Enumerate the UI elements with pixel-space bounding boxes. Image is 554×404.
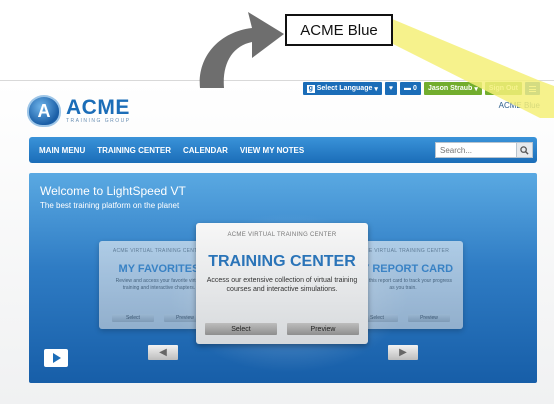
search-button[interactable]: [517, 142, 533, 158]
user-menu[interactable]: Jason Straub ▾: [423, 82, 482, 95]
theme-label: ACME Blue: [498, 101, 540, 110]
user-name: Jason Straub: [427, 85, 473, 92]
play-icon: [53, 353, 61, 363]
select-button[interactable]: Select: [205, 323, 277, 335]
preview-button[interactable]: Preview: [408, 314, 450, 322]
search-input[interactable]: [435, 142, 517, 158]
arrow-left-icon: ◀: [159, 347, 167, 358]
card-actions: Select Preview: [196, 323, 368, 335]
language-label: Select Language: [316, 85, 373, 92]
carousel-next-button[interactable]: ▶: [388, 345, 418, 360]
search-bar: [435, 142, 533, 158]
menu-button[interactable]: [525, 82, 540, 95]
favorites-button[interactable]: ♥: [384, 82, 398, 95]
card-training-center[interactable]: ACME VIRTUAL TRAINING CENTER TRAINING CE…: [196, 223, 368, 344]
nav-item-training-center[interactable]: TRAINING CENTER: [97, 146, 171, 155]
google-icon: g: [306, 84, 315, 93]
message-icon: ▬: [404, 85, 412, 92]
main-nav: MAIN MENU TRAINING CENTER CALENDAR VIEW …: [29, 137, 537, 163]
sign-out-label: Sign Out: [488, 85, 518, 92]
logo-name: ACME: [66, 96, 130, 119]
hero-subtitle: The best training platform on the planet: [40, 201, 180, 210]
callout-box: ACME Blue: [285, 14, 393, 46]
hero-title: Welcome to LightSpeed VT: [40, 184, 186, 198]
play-button[interactable]: [44, 349, 68, 367]
sign-out-button[interactable]: Sign Out: [484, 82, 522, 95]
card-description: Access our extensive collection of virtu…: [206, 277, 358, 293]
logo[interactable]: A ACME TRAINING GROUP: [27, 95, 131, 127]
select-button[interactable]: Select: [112, 314, 154, 322]
hero-banner: Welcome to LightSpeed VT The best traini…: [29, 173, 537, 383]
logo-tagline: TRAINING GROUP: [66, 118, 131, 124]
caret-down-icon: ▾: [374, 85, 378, 93]
card-header: ACME VIRTUAL TRAINING CENTER: [227, 232, 337, 238]
top-bar: g Select Language ▾ ♥ ▬ 0 Jason Straub ▾…: [302, 82, 540, 95]
logo-emblem: A: [27, 95, 61, 127]
nav-item-main-menu[interactable]: MAIN MENU: [39, 146, 85, 155]
nav-item-view-my-notes[interactable]: VIEW MY NOTES: [240, 146, 304, 155]
logo-letter: A: [37, 100, 51, 121]
messages-count: 0: [413, 85, 417, 92]
app-window: g Select Language ▾ ♥ ▬ 0 Jason Straub ▾…: [0, 80, 554, 404]
hamburger-icon: [529, 85, 536, 92]
carousel-prev-button[interactable]: ◀: [148, 345, 178, 360]
search-icon: [520, 145, 529, 155]
logo-text: ACME TRAINING GROUP: [66, 96, 131, 124]
messages-button[interactable]: ▬ 0: [400, 82, 421, 95]
arrow-right-icon: ▶: [399, 347, 407, 358]
language-select[interactable]: g Select Language ▾: [302, 82, 382, 95]
curved-arrow-icon: [199, 12, 284, 88]
card-title: TRAINING CENTER: [208, 253, 356, 270]
caret-down-icon: ▾: [474, 85, 478, 93]
preview-button[interactable]: Preview: [287, 323, 359, 335]
heart-icon: ♥: [388, 85, 394, 92]
nav-item-calendar[interactable]: CALENDAR: [183, 146, 228, 155]
